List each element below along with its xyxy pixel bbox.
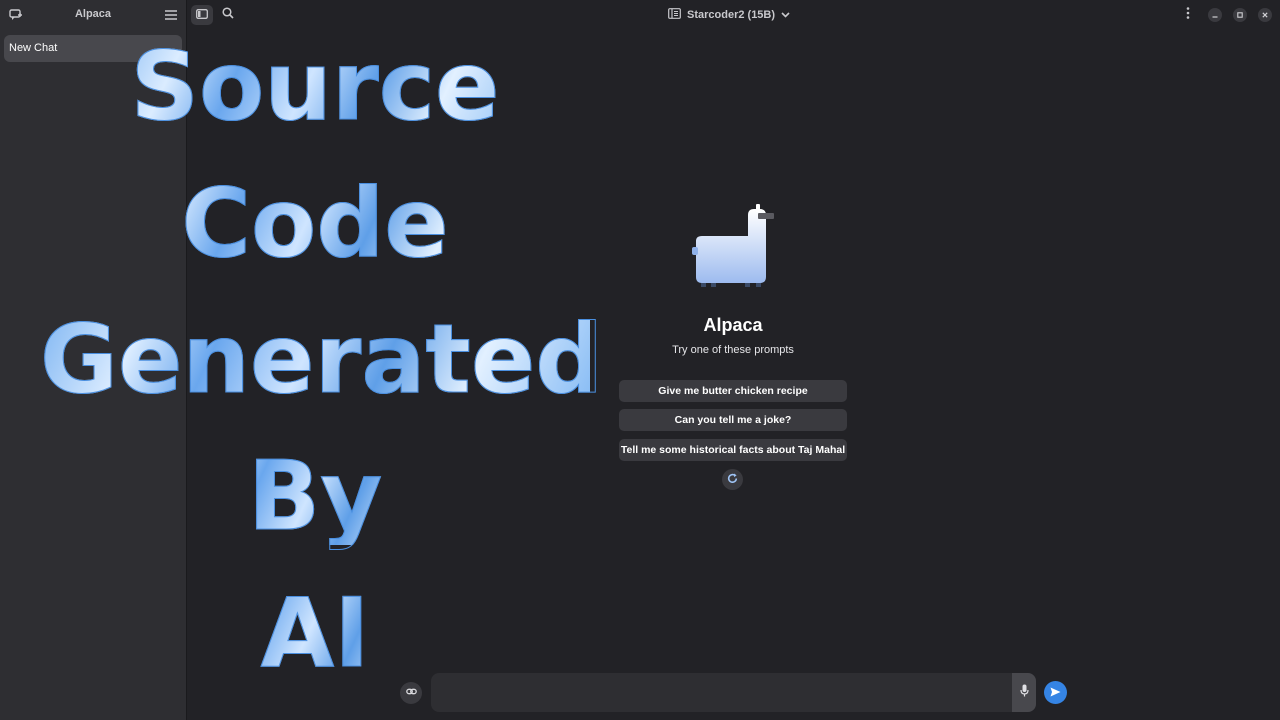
prompt-button-taj-mahal[interactable]: Tell me some historical facts about Taj … <box>619 439 847 461</box>
refresh-icon <box>727 471 738 489</box>
microphone-button[interactable] <box>1012 673 1036 712</box>
send-icon <box>1050 684 1061 702</box>
close-button[interactable] <box>1258 8 1272 22</box>
overlay-text-line: AI <box>160 586 470 682</box>
chevron-down-icon <box>781 9 790 21</box>
sidebar-toggle-button[interactable] <box>191 5 213 25</box>
maximize-button[interactable] <box>1233 8 1247 22</box>
vertical-dots-icon <box>1186 6 1190 24</box>
hamburger-menu-icon[interactable] <box>163 7 179 23</box>
search-icon <box>222 6 234 24</box>
model-selector[interactable]: Starcoder2 (15B) <box>668 6 790 24</box>
minimize-icon <box>1212 11 1218 20</box>
maximize-icon <box>1237 11 1243 20</box>
alpaca-logo-icon <box>690 203 776 289</box>
overlay-text-line: Code <box>100 176 530 272</box>
minimize-button[interactable] <box>1208 8 1222 22</box>
prompt-button-butter-chicken[interactable]: Give me butter chicken recipe <box>619 380 847 402</box>
attachment-icon <box>405 684 417 702</box>
prompt-button-joke[interactable]: Can you tell me a joke? <box>619 409 847 431</box>
sidebar-toggle-icon <box>196 6 208 24</box>
model-manager-icon <box>668 8 681 22</box>
welcome-subtitle: Try one of these prompts <box>672 344 794 356</box>
overlay-text-line: Source <box>100 39 530 135</box>
model-name: Starcoder2 (15B) <box>687 9 776 21</box>
sidebar-title: Alpaca <box>74 8 112 20</box>
refresh-prompts-button[interactable] <box>722 469 743 490</box>
close-icon <box>1262 11 1268 20</box>
sidebar-header: Alpaca <box>0 0 186 30</box>
send-button[interactable] <box>1044 681 1067 704</box>
overlay-text-line: Generated <box>40 305 604 415</box>
microphone-icon <box>1019 684 1029 702</box>
main-menu-button[interactable] <box>1180 5 1196 25</box>
welcome-title: Alpaca <box>703 315 763 335</box>
overlay-text-line: By <box>160 449 470 545</box>
message-input[interactable] <box>431 673 1012 712</box>
attach-button[interactable] <box>400 682 422 704</box>
search-button[interactable] <box>219 5 237 25</box>
